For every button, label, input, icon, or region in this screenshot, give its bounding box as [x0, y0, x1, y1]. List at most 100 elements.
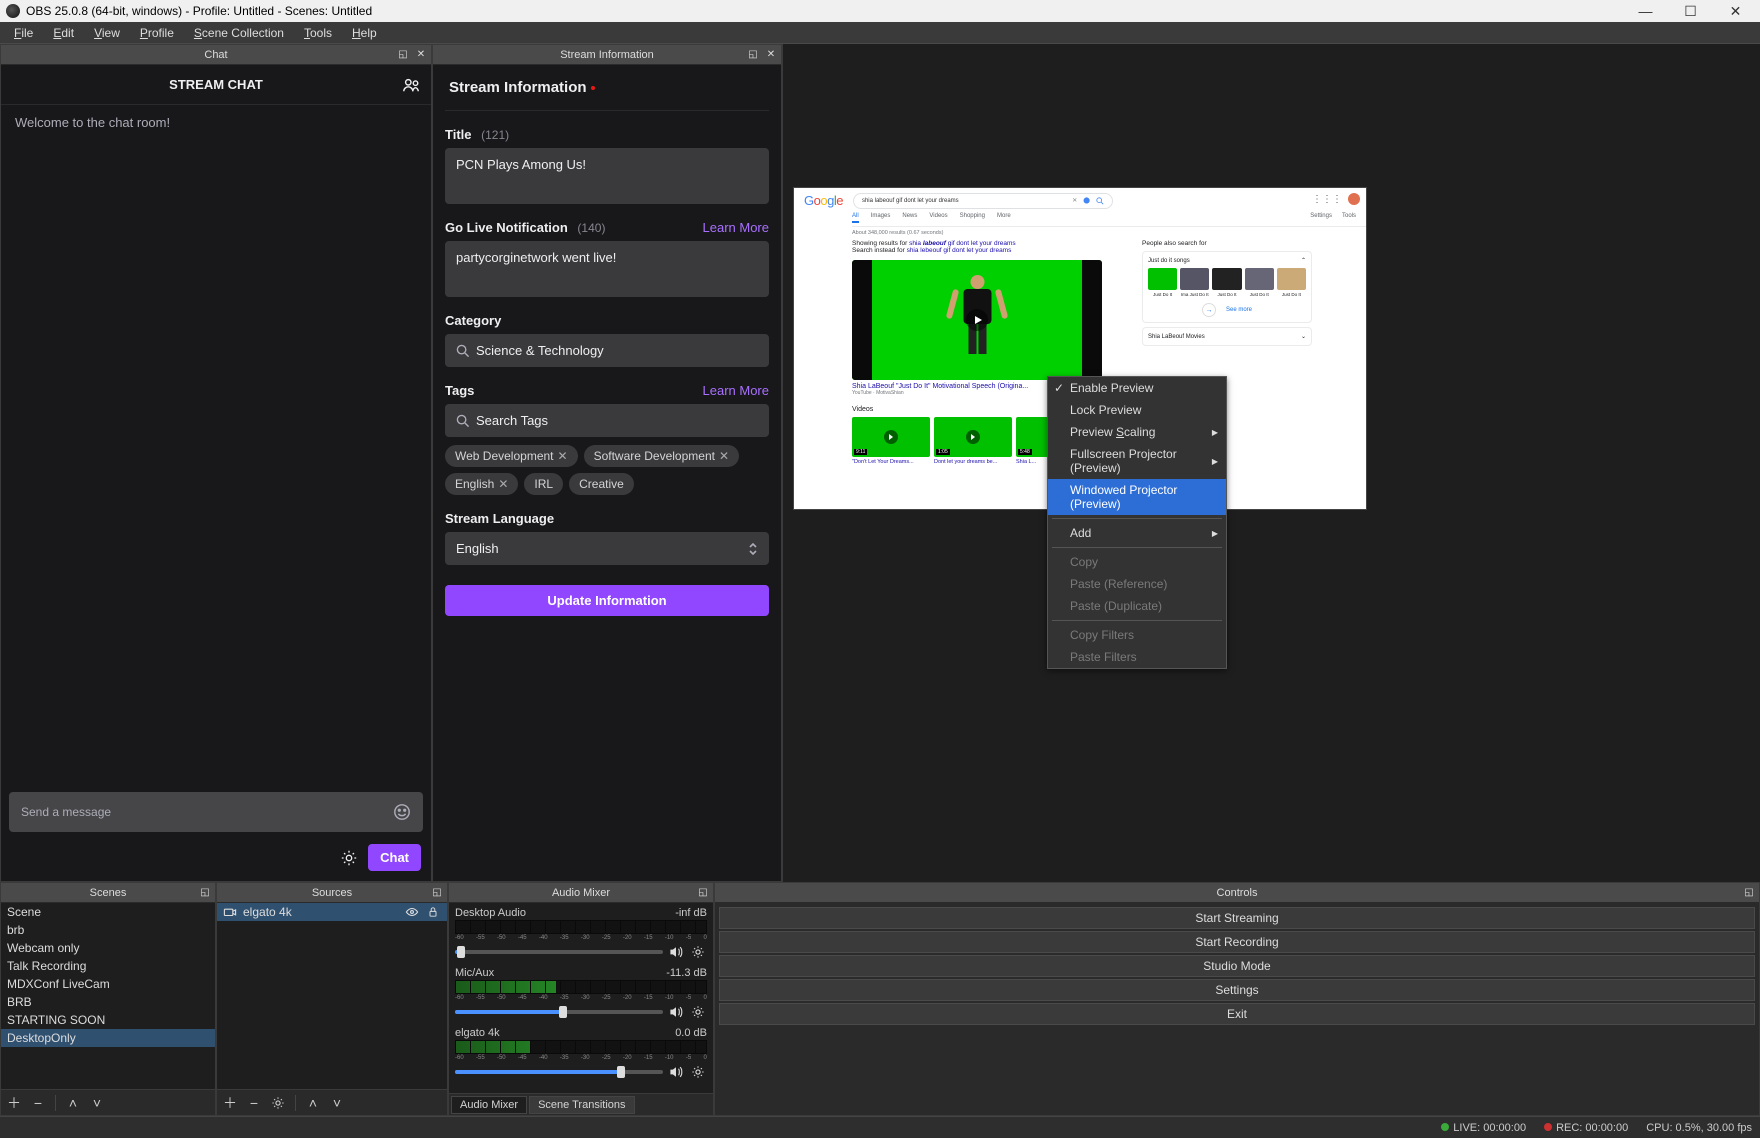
menu-tools[interactable]: Tools	[294, 24, 342, 42]
lang-label: Stream Language	[445, 511, 769, 526]
obs-icon	[6, 4, 20, 18]
add-source-button[interactable]: ＋	[221, 1094, 239, 1112]
source-props-button[interactable]	[269, 1094, 287, 1112]
minimize-button[interactable]: —	[1623, 0, 1668, 22]
volume-slider[interactable]	[455, 1070, 663, 1074]
status-cpu: CPU: 0.5%, 30.00 fps	[1646, 1122, 1752, 1134]
tags-input[interactable]: Search Tags	[445, 404, 769, 437]
gear-icon[interactable]	[689, 1003, 707, 1021]
scene-item[interactable]: MDXConf LiveCam	[1, 975, 215, 993]
control-button[interactable]: Studio Mode	[719, 955, 1755, 977]
stream-info-header[interactable]: Stream Information ◱ ✕	[433, 45, 781, 65]
control-button[interactable]: Start Recording	[719, 931, 1755, 953]
gear-icon[interactable]	[689, 1063, 707, 1081]
scene-item[interactable]: brb	[1, 921, 215, 939]
menu-edit[interactable]: Edit	[43, 24, 84, 42]
update-info-button[interactable]: Update Information	[445, 585, 769, 616]
language-select[interactable]: English	[445, 532, 769, 565]
control-button[interactable]: Exit	[719, 1003, 1755, 1025]
dock-popout-icon[interactable]: ◱	[695, 886, 711, 900]
sources-dock: Sources ◱ elgato 4k ＋ − ˄ ˅	[216, 882, 448, 1116]
gear-icon[interactable]	[689, 943, 707, 961]
chat-dock-header[interactable]: Chat ◱ ✕	[1, 45, 431, 65]
speaker-icon[interactable]	[667, 943, 685, 961]
category-input[interactable]: Science & Technology	[445, 334, 769, 367]
menu-file[interactable]: File	[4, 24, 43, 42]
learn-more-link[interactable]: Learn More	[703, 220, 769, 235]
tag-pill[interactable]: Web Development✕	[445, 445, 578, 467]
scenes-header[interactable]: Scenes ◱	[1, 883, 215, 903]
dock-close-icon[interactable]: ✕	[413, 48, 429, 62]
audio-mixer-dock: Audio Mixer ◱ Desktop Audio-inf dB-60-55…	[448, 882, 714, 1116]
move-up-button[interactable]: ˄	[304, 1094, 322, 1112]
visibility-icon[interactable]	[405, 905, 419, 919]
scene-item[interactable]: DesktopOnly	[1, 1029, 215, 1047]
stream-info-dock-title: Stream Information	[560, 49, 654, 61]
context-menu-item[interactable]: Preview Scaling▶	[1048, 421, 1226, 443]
dock-popout-icon[interactable]: ◱	[1741, 886, 1757, 900]
scene-item[interactable]: BRB	[1, 993, 215, 1011]
chat-dock: Chat ◱ ✕ STREAM CHAT Welcome to the chat…	[0, 44, 432, 882]
context-menu-item[interactable]: Lock Preview	[1048, 399, 1226, 421]
volume-slider[interactable]	[455, 1010, 663, 1014]
lock-icon[interactable]	[427, 906, 439, 918]
dock-popout-icon[interactable]: ◱	[395, 48, 411, 62]
dock-close-icon[interactable]: ✕	[763, 48, 779, 62]
scene-item[interactable]: Webcam only	[1, 939, 215, 957]
sources-header[interactable]: Sources ◱	[217, 883, 447, 903]
preview-area[interactable]: Google shia labeouf gif dont let your dr…	[782, 44, 1760, 882]
golive-input[interactable]: partycorginetwork went live!	[445, 241, 769, 297]
tab-audio-mixer[interactable]: Audio Mixer	[451, 1096, 527, 1114]
menu-scene-collection[interactable]: Scene Collection	[184, 24, 294, 42]
google-stats: About 348,000 results (0.67 seconds)	[852, 230, 1366, 236]
chat-settings-icon[interactable]	[338, 847, 360, 869]
chat-input[interactable]: Send a message	[9, 792, 423, 832]
move-up-button[interactable]: ˄	[64, 1094, 82, 1112]
scenes-dock: Scenes ◱ ScenebrbWebcam onlyTalk Recordi…	[0, 882, 216, 1116]
stream-chat-label: STREAM CHAT	[169, 77, 263, 92]
speaker-icon[interactable]	[667, 1003, 685, 1021]
context-menu-item[interactable]: ✓Enable Preview	[1048, 377, 1226, 399]
title-input[interactable]: PCN Plays Among Us!	[445, 148, 769, 204]
context-menu-item[interactable]: Windowed Projector (Preview)	[1048, 479, 1226, 515]
menu-help[interactable]: Help	[342, 24, 387, 42]
tag-pill[interactable]: English✕	[445, 473, 518, 495]
tab-scene-transitions[interactable]: Scene Transitions	[529, 1096, 634, 1114]
dock-popout-icon[interactable]: ◱	[197, 886, 213, 900]
close-button[interactable]: ✕	[1713, 0, 1758, 22]
control-button[interactable]: Settings	[719, 979, 1755, 1001]
tag-pill[interactable]: Software Development✕	[584, 445, 739, 467]
context-menu-item[interactable]: Add▶	[1048, 522, 1226, 544]
remove-scene-button[interactable]: −	[29, 1094, 47, 1112]
source-item[interactable]: elgato 4k	[217, 903, 447, 921]
chat-send-button[interactable]: Chat	[368, 844, 421, 871]
scene-item[interactable]: Talk Recording	[1, 957, 215, 975]
featured-video	[852, 260, 1102, 380]
play-icon	[966, 309, 988, 331]
controls-header[interactable]: Controls ◱	[715, 883, 1759, 903]
move-down-button[interactable]: ˅	[88, 1094, 106, 1112]
emote-picker-icon[interactable]	[393, 803, 411, 821]
add-scene-button[interactable]: ＋	[5, 1094, 23, 1112]
status-rec: REC: 00:00:00	[1544, 1122, 1628, 1134]
mixer-header[interactable]: Audio Mixer ◱	[449, 883, 713, 903]
move-down-button[interactable]: ˅	[328, 1094, 346, 1112]
dock-popout-icon[interactable]: ◱	[745, 48, 761, 62]
learn-more-link[interactable]: Learn More	[703, 383, 769, 398]
viewer-list-icon[interactable]	[401, 75, 421, 95]
mixer-track: Desktop Audio-inf dB-60-55-50-45-40-35-3…	[455, 907, 707, 961]
dock-popout-icon[interactable]: ◱	[429, 886, 445, 900]
tag-pill[interactable]: Creative	[569, 473, 634, 495]
remove-source-button[interactable]: −	[245, 1094, 263, 1112]
title-label: Title (121)	[445, 127, 769, 142]
context-menu-item[interactable]: Fullscreen Projector (Preview)▶	[1048, 443, 1226, 479]
scene-item[interactable]: STARTING SOON	[1, 1011, 215, 1029]
volume-slider[interactable]	[455, 950, 663, 954]
menu-profile[interactable]: Profile	[130, 24, 184, 42]
control-button[interactable]: Start Streaming	[719, 907, 1755, 929]
scene-item[interactable]: Scene	[1, 903, 215, 921]
maximize-button[interactable]: ☐	[1668, 0, 1713, 22]
menu-view[interactable]: View	[84, 24, 130, 42]
speaker-icon[interactable]	[667, 1063, 685, 1081]
tag-pill[interactable]: IRL	[524, 473, 563, 495]
